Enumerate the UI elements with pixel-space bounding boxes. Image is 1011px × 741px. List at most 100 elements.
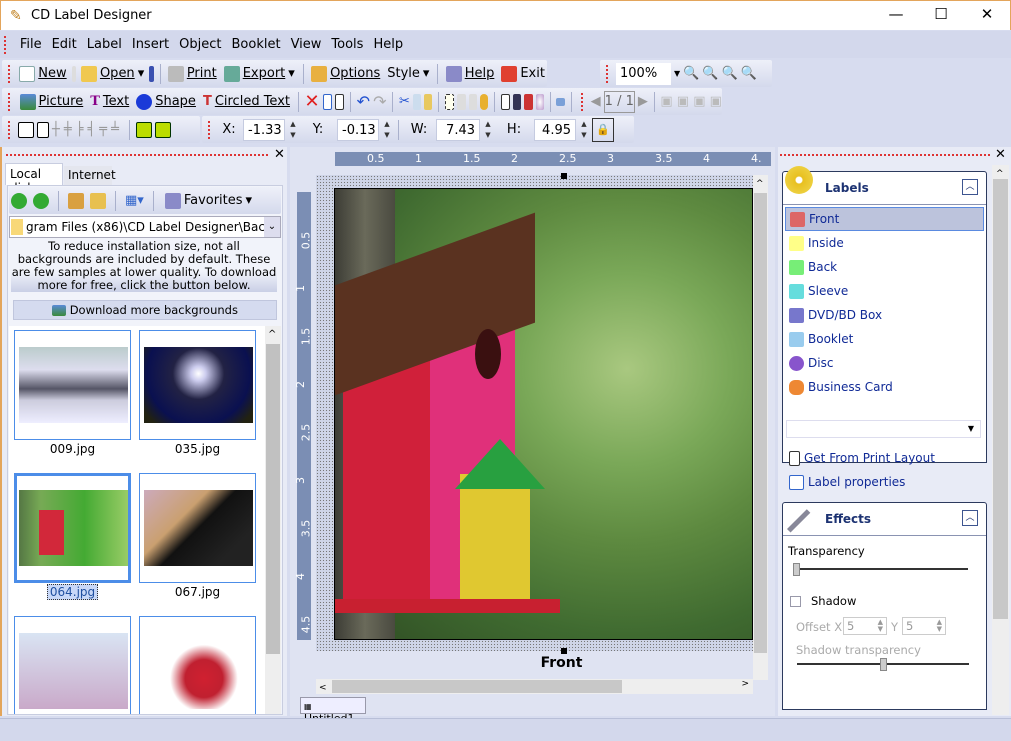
print-layout-icon[interactable] — [334, 93, 345, 110]
menu-view[interactable]: View — [286, 31, 327, 58]
zoom-select[interactable]: 100% — [616, 62, 671, 85]
menu-object[interactable]: Object — [174, 31, 226, 58]
label-item-front[interactable]: Front — [785, 207, 984, 231]
collapse-labels-button[interactable]: ︿ — [962, 179, 978, 195]
export-button[interactable]: Export ▾ — [222, 65, 297, 82]
shadow-checkbox[interactable] — [790, 596, 801, 607]
add-list-icon[interactable] — [512, 93, 522, 110]
text-button[interactable]: T Text — [88, 94, 131, 109]
label-item-disc[interactable]: Disc — [785, 351, 986, 375]
thumbnail-064[interactable] — [14, 473, 131, 583]
w-input[interactable]: 7.43 — [436, 118, 480, 141]
up-folder-icon[interactable] — [90, 192, 106, 209]
scrollbar-thumb[interactable] — [993, 179, 1008, 619]
zoom-page-icon[interactable]: 🔍 — [741, 66, 757, 81]
wizard-icon[interactable] — [71, 65, 76, 82]
cut-icon[interactable]: ✂ — [399, 94, 410, 109]
zoom-dropdown-icon[interactable]: ▼ — [674, 69, 680, 78]
properties-scrollbar[interactable]: ^ — [992, 165, 1009, 715]
path-dropdown-icon[interactable]: ⌄ — [264, 217, 280, 237]
menu-tools[interactable]: Tools — [326, 31, 368, 58]
tab-internet[interactable]: Internet — [64, 166, 116, 185]
minimize-button[interactable]: — — [876, 5, 916, 23]
back-icon[interactable] — [11, 192, 27, 209]
front-label-image[interactable] — [334, 188, 753, 640]
scrollbar-thumb[interactable] — [332, 680, 622, 693]
lock-object-icon[interactable] — [479, 93, 489, 110]
send-back-icon[interactable] — [154, 121, 171, 138]
thumbnail-scrollbar[interactable]: ^ — [265, 326, 281, 714]
new-button[interactable]: New — [17, 65, 68, 82]
undo-icon[interactable]: ↶ — [357, 92, 370, 111]
open-button[interactable]: Open ▾ — [79, 65, 146, 82]
tab-untitled1[interactable]: ▦ Untitled1 — [300, 697, 366, 725]
thumbnail-blossom[interactable] — [14, 616, 131, 714]
label-item-booklet[interactable]: Booklet — [785, 327, 986, 351]
shape-button[interactable]: Shape — [134, 93, 198, 110]
favorites-button[interactable]: Favorites ▾ — [163, 192, 254, 209]
tree-icon[interactable] — [500, 93, 510, 110]
zoom-in-icon[interactable]: 🔍 — [683, 66, 699, 81]
collapse-effects-button[interactable]: ︿ — [962, 510, 978, 526]
w-spinner[interactable]: ▲ ▼ — [482, 119, 494, 141]
scrollbar-thumb[interactable] — [754, 193, 767, 653]
thumbnail-roses[interactable] — [139, 616, 256, 714]
picture-button[interactable]: Picture — [18, 93, 86, 110]
menu-help[interactable]: Help — [368, 31, 408, 58]
view-mode-icon[interactable]: ▦▾ — [125, 193, 144, 208]
path-combobox[interactable]: gram Files (x86)\CD Label Designer\Backg… — [9, 216, 281, 238]
horizontal-scrollbar[interactable]: < > — [316, 679, 753, 694]
options-button[interactable]: Options — [309, 65, 382, 82]
h-spinner[interactable]: ▲ ▼ — [578, 119, 590, 141]
get-from-print-layout-link[interactable]: Get From Print Layout — [785, 446, 935, 470]
menu-booklet[interactable]: Booklet — [227, 31, 286, 58]
menu-label[interactable]: Label — [82, 31, 127, 58]
label-item-inside[interactable]: Inside — [785, 231, 986, 255]
circled-text-button[interactable]: T Circled Text — [201, 94, 292, 109]
h-input[interactable]: 4.95 — [534, 118, 576, 141]
style-button[interactable]: Style ▾ — [385, 66, 431, 81]
delete-icon[interactable]: ✕ — [305, 91, 320, 112]
exit-button[interactable]: Exit — [499, 65, 547, 82]
copy-icon[interactable] — [412, 93, 422, 110]
y-input[interactable]: -0.13 — [337, 118, 379, 141]
save-icon[interactable] — [149, 65, 154, 82]
bring-front-icon[interactable] — [135, 121, 152, 138]
resize-handle-top[interactable] — [561, 173, 567, 179]
textbox-icon[interactable] — [556, 97, 565, 106]
maximize-button[interactable]: ☐ — [921, 5, 961, 23]
paste-icon[interactable] — [424, 93, 433, 110]
menu-insert[interactable]: Insert — [127, 31, 174, 58]
x-input[interactable]: -1.33 — [243, 118, 285, 141]
download-backgrounds-button[interactable]: Download more backgrounds — [13, 300, 277, 320]
zoom-fit-icon[interactable]: 🔍 — [722, 66, 738, 81]
center-horizontal-icon[interactable] — [18, 121, 34, 138]
forward-icon[interactable] — [33, 192, 49, 209]
label-properties-link[interactable]: Label properties — [785, 470, 905, 494]
thumbnail-035[interactable] — [139, 330, 256, 440]
center-vertical-icon[interactable] — [37, 121, 49, 138]
table-icon[interactable] — [524, 93, 533, 110]
labels-dropdown[interactable]: ▼ — [786, 420, 981, 438]
x-spinner[interactable]: ▲ ▼ — [287, 119, 299, 141]
home-icon[interactable] — [68, 192, 84, 209]
zoom-out-icon[interactable]: 🔍 — [702, 66, 718, 81]
thumbnail-067[interactable] — [139, 473, 256, 583]
label-item-back[interactable]: Back — [785, 255, 986, 279]
properties-icon[interactable] — [322, 93, 332, 110]
label-item-sleeve[interactable]: Sleeve — [785, 279, 986, 303]
lock-aspect-button[interactable]: 🔒 — [592, 117, 614, 142]
label-item-dvd-box[interactable]: DVD/BD Box — [785, 303, 986, 327]
select-icon[interactable] — [445, 93, 455, 110]
close-panel-icon[interactable]: ✕ — [995, 147, 1006, 162]
close-button[interactable]: ✕ — [967, 5, 1007, 23]
thumbnail-009[interactable] — [14, 330, 131, 440]
vertical-scrollbar[interactable]: ^ — [753, 175, 768, 680]
help-button[interactable]: Help — [444, 65, 497, 82]
disc-icon[interactable] — [535, 93, 544, 110]
menu-edit[interactable]: Edit — [47, 31, 82, 58]
scrollbar-thumb[interactable] — [266, 344, 280, 654]
slider-thumb[interactable] — [793, 563, 800, 576]
tab-local-disk[interactable]: Local disk — [5, 163, 63, 195]
close-panel-icon[interactable]: ✕ — [274, 147, 285, 162]
